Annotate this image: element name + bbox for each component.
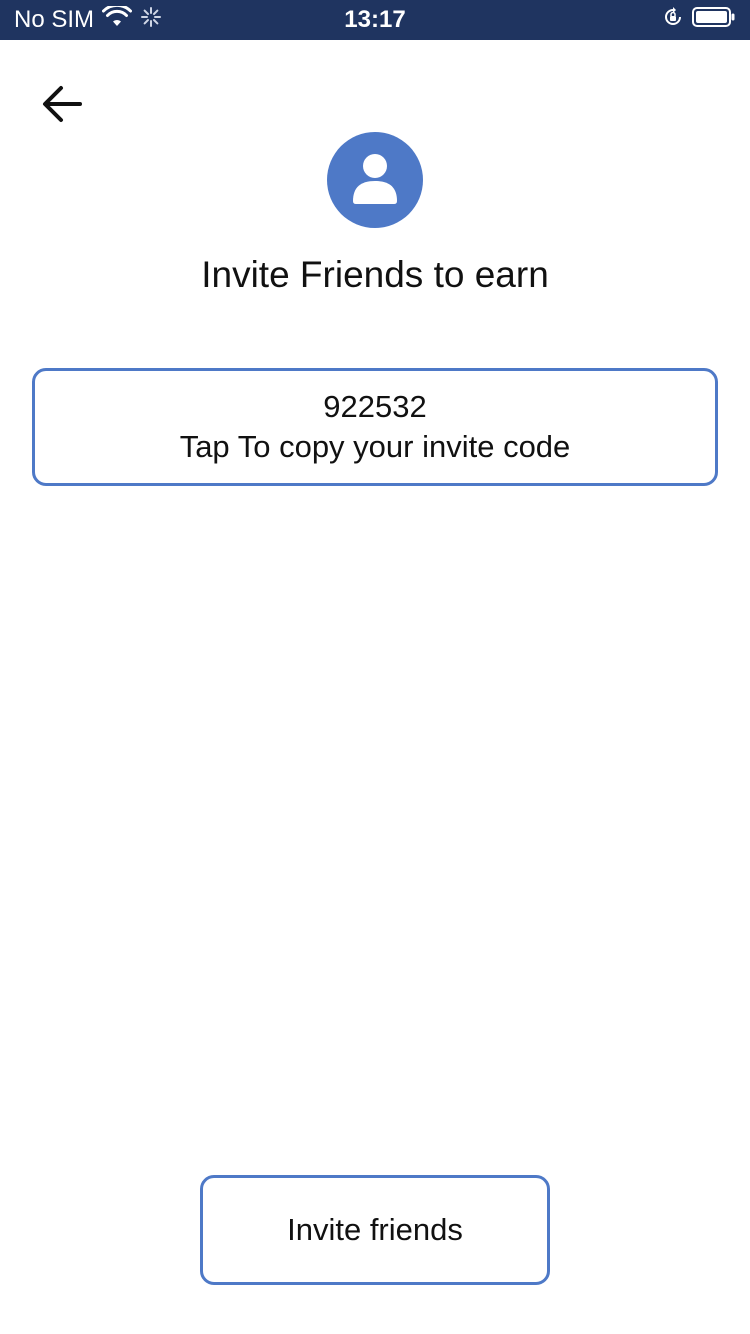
invite-code-value: 922532	[323, 389, 427, 424]
battery-icon	[692, 6, 736, 35]
avatar	[327, 132, 423, 228]
arrow-left-icon	[40, 84, 84, 129]
wifi-icon	[102, 3, 133, 35]
page-title: Invite Friends to earn	[201, 254, 549, 295]
activity-spinner-icon	[140, 6, 162, 35]
status-bar: No SIM 13:17	[0, 0, 750, 40]
status-right	[662, 6, 736, 35]
orientation-lock-icon	[662, 6, 684, 35]
user-icon	[350, 151, 400, 210]
status-left: No SIM	[14, 3, 162, 35]
carrier-label: No SIM	[14, 6, 95, 33]
status-time: 13:17	[344, 6, 406, 33]
copy-hint: Tap To copy your invite code	[179, 429, 571, 464]
invite-friends-button[interactable]: Invite friends	[200, 1175, 550, 1285]
back-button[interactable]	[34, 78, 90, 134]
invite-code-copy-card[interactable]: 922532 Tap To copy your invite code	[32, 368, 718, 486]
invite-sheet: Invite Friends to earn 922532 Tap To cop…	[0, 40, 750, 1334]
